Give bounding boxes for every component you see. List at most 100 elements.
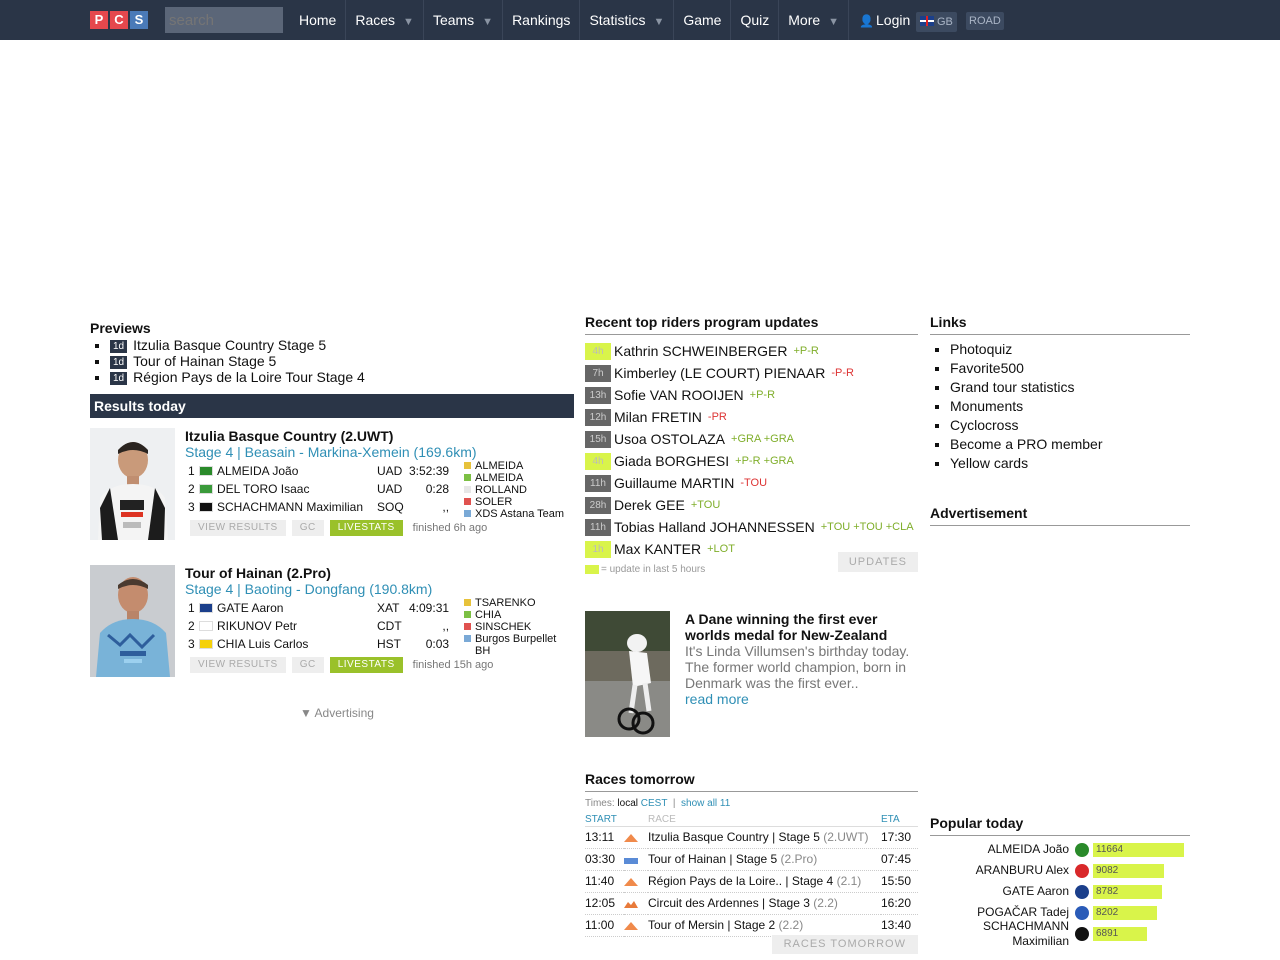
nav-item-game[interactable]: Game bbox=[674, 0, 732, 40]
nav-item-quiz[interactable]: Quiz bbox=[731, 0, 780, 40]
show-all-link[interactable]: show all 11 bbox=[681, 798, 730, 809]
finish-time: 0:03 bbox=[425, 637, 450, 651]
jersey-leader-name[interactable]: TSARENKO bbox=[475, 597, 536, 609]
jersey-leader-name[interactable]: ROLLAND bbox=[475, 484, 527, 496]
nav-item-races[interactable]: Races ▼ bbox=[346, 0, 424, 40]
profile-mountain-icon bbox=[624, 918, 638, 932]
advertising-toggle[interactable]: ▼ Advertising bbox=[300, 706, 374, 720]
pcs-logo[interactable]: P C S bbox=[90, 11, 148, 29]
rider-name[interactable]: CHIA Luis Carlos bbox=[215, 635, 375, 653]
rider-name[interactable]: Kimberley (LE COURT) PIENAAR bbox=[614, 365, 825, 381]
rider-name[interactable]: SCHACHMANN Maximilian bbox=[215, 498, 375, 516]
rider-name[interactable]: GATE Aaron bbox=[215, 599, 375, 617]
rider-name[interactable]: Kathrin SCHWEINBERGER bbox=[614, 343, 787, 359]
cest-time-option[interactable]: CEST bbox=[641, 798, 668, 809]
link-item[interactable]: Yellow cards bbox=[950, 454, 1190, 473]
team-code[interactable]: SOQ bbox=[375, 498, 407, 516]
link-item[interactable]: Grand tour statistics bbox=[950, 378, 1190, 397]
jersey-leader-name[interactable]: SINSCHEK bbox=[475, 621, 531, 633]
rider-name[interactable]: Tobias Halland JOHANNESSEN bbox=[614, 519, 815, 535]
race-name[interactable]: Circuit des Ardennes | Stage 3 bbox=[648, 896, 810, 910]
jersey-color-icon bbox=[464, 510, 471, 517]
rider-name[interactable]: Derek GEE bbox=[614, 497, 685, 513]
rider-name[interactable]: Giada BORGHESI bbox=[614, 453, 729, 469]
link-item[interactable]: Photoquiz bbox=[950, 340, 1190, 359]
team-code[interactable]: UAD bbox=[375, 462, 407, 480]
race-title[interactable]: Tour of Hainan (2.Pro) bbox=[185, 565, 331, 581]
local-time-option[interactable]: local bbox=[617, 798, 638, 809]
login-link[interactable]: 👤 Login bbox=[849, 0, 919, 40]
rider-name[interactable]: ARANBURU Alex bbox=[930, 863, 1075, 878]
preview-item[interactable]: 1d Région Pays de la Loire Tour Stage 4 bbox=[110, 369, 574, 385]
rider-name[interactable]: Sofie VAN ROOIJEN bbox=[614, 387, 744, 403]
livestats-button[interactable]: LIVESTATS bbox=[329, 520, 403, 536]
nav-item-statistics[interactable]: Statistics ▼ bbox=[580, 0, 675, 40]
rider-photo[interactable] bbox=[90, 565, 175, 677]
program-change: +P-R bbox=[749, 389, 776, 401]
news-photo[interactable] bbox=[585, 611, 670, 737]
team-code[interactable]: UAD bbox=[375, 480, 407, 498]
livestats-button[interactable]: LIVESTATS bbox=[329, 657, 403, 673]
rider-name[interactable]: RIKUNOV Petr bbox=[215, 617, 375, 635]
discipline-selector[interactable]: ROAD bbox=[966, 12, 1004, 30]
team-code[interactable]: CDT bbox=[375, 617, 407, 635]
profile-cell bbox=[624, 826, 648, 849]
nav-item-teams[interactable]: Teams ▼ bbox=[424, 0, 504, 40]
preview-item[interactable]: 1d Tour of Hainan Stage 5 bbox=[110, 353, 574, 369]
updates-button[interactable]: UPDATES bbox=[837, 552, 918, 572]
rider-name[interactable]: Usoa OSTOLAZA bbox=[614, 431, 725, 447]
top3-table: 1 ALMEIDA João UAD 3:52:39 2 DEL TORO Isaac UA… bbox=[185, 462, 451, 516]
view-results-button[interactable]: VIEW RESULTS bbox=[190, 520, 286, 536]
team-code[interactable]: HST bbox=[375, 635, 407, 653]
rider-name[interactable]: SCHACHMANN Maximilian bbox=[930, 919, 1075, 949]
races-tomorrow-title: Races tomorrow bbox=[585, 771, 918, 792]
profile-cell bbox=[624, 870, 648, 893]
team-code[interactable]: XAT bbox=[375, 599, 407, 617]
jersey-leader-name[interactable]: Burgos Burpellet BH bbox=[475, 633, 574, 657]
rider-name[interactable]: ALMEIDA João bbox=[930, 842, 1075, 857]
link-item[interactable]: Become a PRO member bbox=[950, 435, 1190, 454]
rider-name[interactable]: Guillaume MARTIN bbox=[614, 475, 734, 491]
news-headline[interactable]: A Dane winning the first ever worlds med… bbox=[685, 611, 918, 643]
popular-list: ALMEIDA João 11664 ARANBURU Alex 9082 GATE A… bbox=[930, 839, 1190, 948]
rider-name[interactable]: Max KANTER bbox=[614, 541, 701, 557]
nation-flag-cell bbox=[197, 617, 215, 635]
jersey-leader-name[interactable]: ALMEIDA bbox=[475, 460, 523, 472]
rider-photo[interactable] bbox=[90, 428, 175, 540]
read-more-link[interactable]: read more bbox=[685, 691, 918, 707]
link-item[interactable]: Cyclocross bbox=[950, 416, 1190, 435]
stage-link[interactable]: Stage 4 | Baoting - Dongfang (190.8km) bbox=[185, 581, 432, 597]
rider-name[interactable]: DEL TORO Isaac bbox=[215, 480, 375, 498]
nav-item-home[interactable]: Home bbox=[290, 0, 347, 40]
search-input[interactable] bbox=[165, 7, 283, 33]
gc-button[interactable]: GC bbox=[291, 657, 324, 673]
jersey-leader-name[interactable]: SOLER bbox=[475, 496, 512, 508]
races-tomorrow-button[interactable]: RACES TOMORROW bbox=[771, 935, 918, 954]
race-name[interactable]: Tour of Hainan | Stage 5 bbox=[648, 852, 777, 866]
rider-name[interactable]: GATE Aaron bbox=[930, 884, 1075, 899]
stage-link[interactable]: Stage 4 | Beasain - Markina-Xemein (169.… bbox=[185, 444, 477, 460]
race-name[interactable]: Tour of Mersin | Stage 2 bbox=[648, 918, 775, 932]
nav-item-rankings[interactable]: Rankings bbox=[503, 0, 581, 40]
jersey-leader-name[interactable]: ALMEIDA bbox=[475, 472, 523, 484]
race-class: (2.2) bbox=[813, 896, 838, 910]
rider-name[interactable]: ALMEIDA João bbox=[215, 462, 375, 480]
updates-title: Recent top riders program updates bbox=[585, 314, 918, 335]
jersey-color-icon bbox=[464, 498, 471, 505]
race-cell: Tour of Mersin | Stage 2 (2.2) bbox=[648, 914, 881, 937]
race-name[interactable]: Itzulia Basque Country | Stage 5 bbox=[648, 830, 820, 844]
jersey-leader-name[interactable]: XDS Astana Team bbox=[475, 508, 564, 520]
view-results-button[interactable]: VIEW RESULTS bbox=[190, 657, 286, 673]
link-item[interactable]: Favorite500 bbox=[950, 359, 1190, 378]
race-name[interactable]: Région Pays de la Loire.. | Stage 4 bbox=[648, 874, 833, 888]
nav-item-more[interactable]: More ▼ bbox=[779, 0, 850, 40]
race-title[interactable]: Itzulia Basque Country (2.UWT) bbox=[185, 428, 393, 444]
races-tomorrow: Races tomorrow Times: local CEST | show … bbox=[585, 771, 918, 954]
gc-button[interactable]: GC bbox=[291, 520, 324, 536]
jersey-leader-name[interactable]: CHIA bbox=[475, 609, 501, 621]
top-navigation-bar: P C S Home Races ▼ Teams ▼ Rankings Statistics… bbox=[0, 0, 1280, 40]
language-selector[interactable]: GB bbox=[916, 12, 957, 32]
preview-item[interactable]: 1d Itzulia Basque Country Stage 5 bbox=[110, 337, 574, 353]
link-item[interactable]: Monuments bbox=[950, 397, 1190, 416]
rider-name[interactable]: Milan FRETIN bbox=[614, 409, 702, 425]
